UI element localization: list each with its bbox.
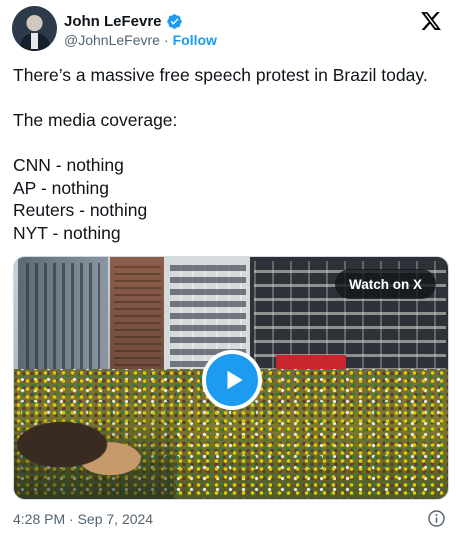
video-media[interactable]: Watch on X: [13, 256, 449, 500]
author-avatar[interactable]: [12, 6, 57, 51]
separator-dot: ·: [163, 32, 169, 48]
author-name-row: John LeFevre: [64, 12, 183, 30]
video-building: [18, 257, 108, 387]
author-name[interactable]: John LeFevre: [64, 13, 162, 30]
video-red-sign: [276, 355, 346, 369]
video-building: [110, 257, 165, 377]
tweet-card: John LeFevre @JohnLeFevre · Follow There…: [0, 0, 456, 540]
x-logo-icon[interactable]: [420, 10, 442, 32]
video-foreground-people: [14, 407, 174, 499]
play-icon: [227, 370, 243, 390]
follow-button[interactable]: Follow: [173, 32, 217, 48]
tweet-timestamp[interactable]: 4:28 PM · Sep 7, 2024: [13, 511, 153, 527]
play-button[interactable]: [202, 350, 262, 410]
avatar-shirt: [31, 33, 38, 49]
author-handle[interactable]: @JohnLeFevre: [64, 32, 160, 48]
tweet-header: John LeFevre @JohnLeFevre · Follow: [12, 6, 444, 52]
watch-on-x-button[interactable]: Watch on X: [335, 269, 436, 299]
verified-badge-icon: [166, 13, 182, 29]
author-handle-row: @JohnLeFevre · Follow: [64, 31, 217, 49]
tweet-text: There’s a massive free speech protest in…: [13, 65, 428, 243]
info-icon[interactable]: [427, 509, 446, 528]
